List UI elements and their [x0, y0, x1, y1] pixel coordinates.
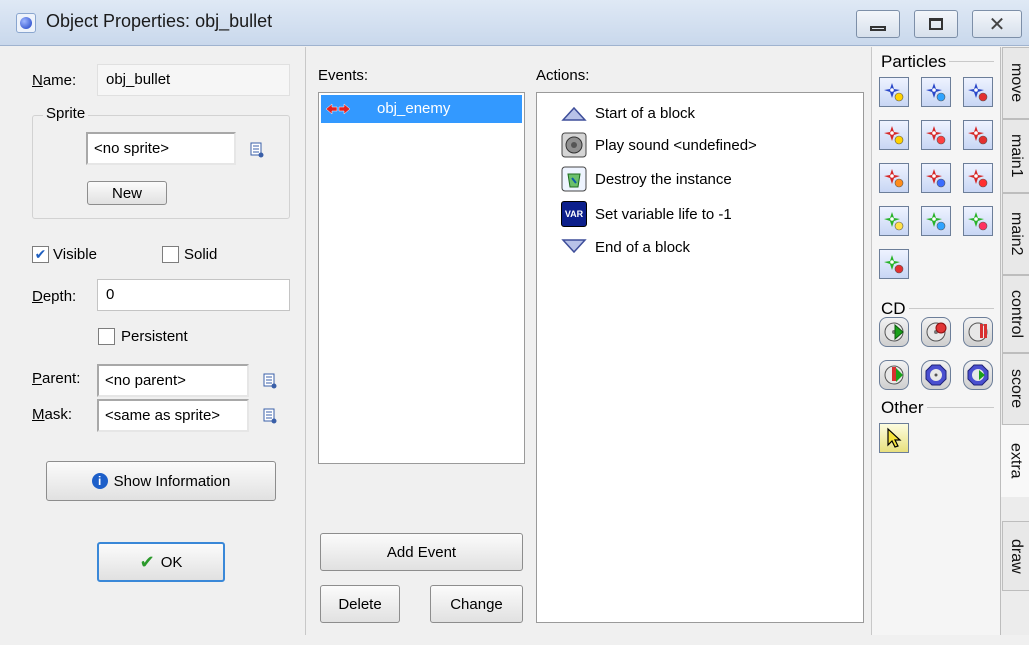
depth-field[interactable]: 0: [97, 279, 290, 311]
sprite-menu-icon[interactable]: [250, 142, 264, 158]
particle-secondary-icon[interactable]: [963, 163, 993, 193]
events-header: Events:: [318, 67, 369, 84]
mask-menu-icon[interactable]: [263, 408, 277, 424]
library-tabs: move main1 main2 control score extra dra…: [1000, 47, 1029, 635]
if-cd-playing-icon[interactable]: [963, 360, 993, 390]
action-label: Set variable life to -1: [595, 205, 732, 223]
minimize-button[interactable]: [856, 10, 900, 38]
action-label: Start of a block: [595, 104, 696, 122]
tab-main2[interactable]: main2: [1002, 193, 1029, 275]
maximize-icon: [929, 18, 943, 30]
particle-life-icon[interactable]: [963, 120, 993, 150]
solid-label: Solid: [184, 246, 218, 263]
if-cd-exists-icon[interactable]: [921, 360, 951, 390]
action-item[interactable]: Destroy the instance: [561, 165, 732, 193]
show-information-label: Show Information: [113, 472, 231, 490]
destroy-particle-system-icon[interactable]: [921, 77, 951, 107]
particle-gravity-icon[interactable]: [921, 163, 951, 193]
end-block-icon: [561, 239, 587, 254]
tab-draw[interactable]: draw: [1002, 521, 1029, 591]
destroy-instance-icon: [561, 166, 587, 192]
resume-cd-icon[interactable]: [879, 360, 909, 390]
action-label: Destroy the instance: [595, 170, 732, 188]
mask-field[interactable]: <same as sprite>: [97, 399, 249, 432]
other-section-title: Other: [878, 398, 927, 418]
mask-label: Mask:: [32, 406, 73, 423]
title-bar[interactable]: Object Properties: obj_bullet ✕: [0, 0, 1029, 46]
play-cd-icon[interactable]: [879, 317, 909, 347]
start-block-icon: [561, 106, 587, 121]
event-item-obj-enemy[interactable]: obj_enemy: [321, 95, 522, 123]
cd-section-title: CD: [878, 299, 909, 319]
name-field[interactable]: obj_bullet: [97, 64, 290, 96]
sprite-group-label: Sprite: [43, 105, 89, 122]
particles-section-title: Particles: [878, 52, 950, 72]
action-item[interactable]: End of a block: [561, 233, 690, 261]
info-icon: i: [91, 473, 108, 489]
visible-label: Visible: [53, 246, 97, 263]
persistent-label: Persistent: [121, 328, 188, 345]
burst-emitter-icon[interactable]: [963, 206, 993, 236]
speaker-icon: [561, 132, 587, 158]
sprite-field[interactable]: <no sprite>: [86, 132, 236, 165]
depth-label: Depth:: [32, 288, 77, 305]
action-item[interactable]: Play sound <undefined>: [561, 131, 757, 159]
particle-color-icon[interactable]: [921, 120, 951, 150]
particle-speed-icon[interactable]: [879, 163, 909, 193]
close-button[interactable]: ✕: [972, 10, 1022, 38]
tab-control[interactable]: control: [1002, 275, 1029, 353]
checkmark-icon: ✔: [139, 551, 155, 572]
name-label: Name:: [32, 72, 77, 89]
object-app-icon: [16, 13, 36, 33]
action-library-panel: Particles CD Other: [872, 47, 1000, 635]
actions-list[interactable]: Start of a block Play sound <undefined> …: [536, 92, 864, 623]
ok-label: OK: [160, 553, 183, 571]
delete-event-button[interactable]: Delete: [320, 585, 400, 623]
set-cursor-icon[interactable]: [879, 423, 909, 453]
tab-main1[interactable]: main1: [1002, 119, 1029, 193]
create-particle-type-icon[interactable]: [879, 120, 909, 150]
stop-cd-icon[interactable]: [921, 317, 951, 347]
pause-cd-icon[interactable]: [963, 317, 993, 347]
event-item-label: obj_enemy: [377, 100, 451, 117]
action-label: Play sound <undefined>: [595, 136, 757, 154]
collision-icon: [325, 103, 351, 115]
visible-checkbox[interactable]: ✔: [32, 246, 49, 263]
events-list[interactable]: obj_enemy: [318, 92, 525, 464]
create-particle-system-icon[interactable]: [879, 77, 909, 107]
solid-checkbox[interactable]: [162, 246, 179, 263]
clear-particles-icon[interactable]: [963, 77, 993, 107]
change-event-button[interactable]: Change: [430, 585, 523, 623]
create-emitter-icon[interactable]: [879, 206, 909, 236]
action-label: End of a block: [595, 238, 691, 256]
tab-move[interactable]: move: [1002, 47, 1029, 119]
window-title: Object Properties: obj_bullet: [46, 11, 273, 31]
events-actions-panel: Events: obj_enemy Add Event Delete Chang…: [306, 47, 872, 635]
tab-score[interactable]: score: [1002, 353, 1029, 425]
show-information-button[interactable]: i Show Information: [46, 461, 276, 501]
parent-label: Parent:: [32, 370, 81, 387]
new-sprite-button[interactable]: New: [87, 181, 167, 205]
ok-button[interactable]: ✔ OK: [97, 542, 225, 582]
persistent-checkbox[interactable]: [98, 328, 115, 345]
stream-emitter-icon[interactable]: [879, 249, 909, 279]
action-item[interactable]: Start of a block: [561, 99, 695, 127]
parent-menu-icon[interactable]: [263, 373, 277, 389]
minimize-icon: [870, 25, 886, 31]
properties-panel: Name: obj_bullet Sprite <no sprite> New …: [10, 47, 306, 635]
add-event-button[interactable]: Add Event: [320, 533, 523, 571]
parent-field[interactable]: <no parent>: [97, 364, 249, 397]
maximize-button[interactable]: [914, 10, 958, 38]
tab-extra[interactable]: extra: [1001, 425, 1029, 497]
close-icon: ✕: [988, 13, 1006, 36]
var-icon: VAR: [561, 201, 587, 227]
destroy-emitter-icon[interactable]: [921, 206, 951, 236]
actions-header: Actions:: [536, 67, 590, 84]
action-item[interactable]: VAR Set variable life to -1: [561, 200, 732, 228]
